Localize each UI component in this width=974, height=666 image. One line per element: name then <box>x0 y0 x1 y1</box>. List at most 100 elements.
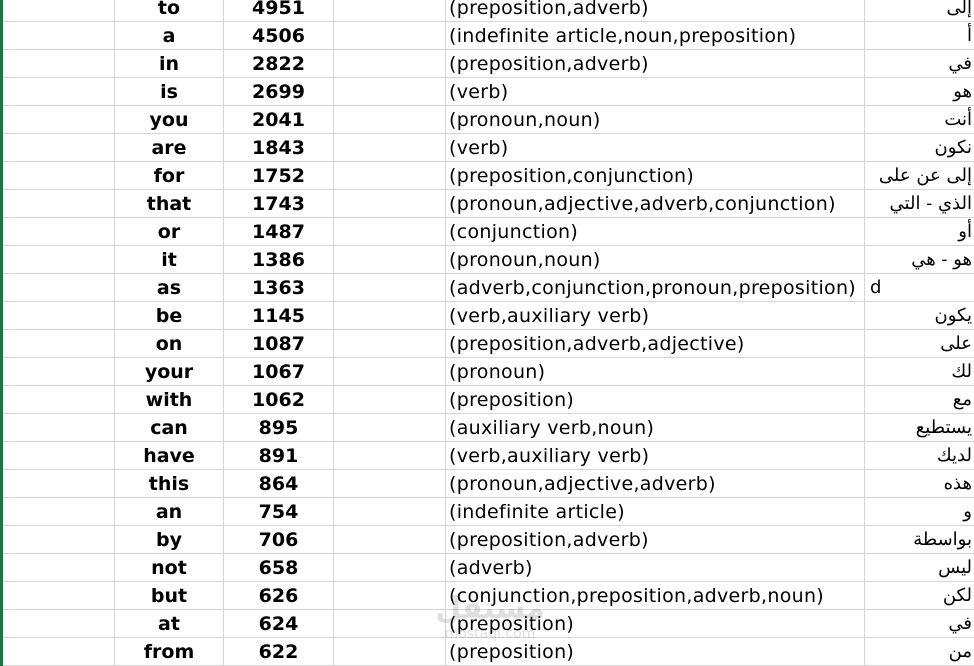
cell-count[interactable]: 1145 <box>224 302 334 330</box>
cell-word[interactable]: an <box>115 498 224 526</box>
cell-part-of-speech[interactable]: (pronoun,noun) <box>446 246 865 274</box>
cell-arabic[interactable]: هذه <box>865 470 974 498</box>
cell-count[interactable]: 706 <box>224 526 334 554</box>
cell-arabic[interactable]: يكون <box>865 302 974 330</box>
cell-empty-d[interactable] <box>334 22 446 50</box>
cell-word[interactable]: on <box>115 330 224 358</box>
cell-word[interactable]: a <box>115 22 224 50</box>
cell-word[interactable]: be <box>115 302 224 330</box>
cell-count[interactable]: 624 <box>224 610 334 638</box>
cell-part-of-speech[interactable]: (verb) <box>446 78 865 106</box>
cell-part-of-speech[interactable]: (pronoun,adjective,adverb) <box>446 470 865 498</box>
cell-part-of-speech[interactable]: (preposition,adverb) <box>446 0 865 22</box>
cell-count[interactable]: 658 <box>224 554 334 582</box>
cell-empty-d[interactable] <box>334 470 446 498</box>
cell-count[interactable]: 2822 <box>224 50 334 78</box>
cell-empty-a[interactable] <box>2 190 115 218</box>
cell-arabic[interactable]: أو <box>865 218 974 246</box>
cell-word[interactable]: you <box>115 106 224 134</box>
cell-part-of-speech[interactable]: (preposition) <box>446 610 865 638</box>
cell-part-of-speech[interactable]: (verb) <box>446 134 865 162</box>
cell-count[interactable]: 2699 <box>224 78 334 106</box>
cell-arabic[interactable]: هو - هي <box>865 246 974 274</box>
cell-empty-d[interactable] <box>334 302 446 330</box>
cell-arabic[interactable]: الذي - التي <box>865 190 974 218</box>
cell-empty-d[interactable] <box>334 246 446 274</box>
cell-word[interactable]: that <box>115 190 224 218</box>
cell-count[interactable]: 1363 <box>224 274 334 302</box>
cell-empty-a[interactable] <box>2 414 115 442</box>
cell-part-of-speech[interactable]: (conjunction) <box>446 218 865 246</box>
cell-count[interactable]: 891 <box>224 442 334 470</box>
cell-empty-a[interactable] <box>2 22 115 50</box>
cell-empty-d[interactable] <box>334 554 446 582</box>
cell-arabic[interactable]: بواسطة <box>865 526 974 554</box>
cell-empty-a[interactable] <box>2 442 115 470</box>
cell-part-of-speech[interactable]: (indefinite article,noun,preposition) <box>446 22 865 50</box>
cell-part-of-speech[interactable]: (pronoun,noun) <box>446 106 865 134</box>
cell-count[interactable]: 4951 <box>224 0 334 22</box>
cell-arabic[interactable]: على <box>865 330 974 358</box>
cell-empty-a[interactable] <box>2 582 115 610</box>
cell-part-of-speech[interactable]: (preposition) <box>446 638 865 666</box>
cell-arabic[interactable]: إلى عن على <box>865 162 974 190</box>
cell-empty-d[interactable] <box>334 582 446 610</box>
cell-arabic[interactable]: إلى <box>865 0 974 22</box>
cell-word[interactable]: in <box>115 50 224 78</box>
cell-empty-a[interactable] <box>2 162 115 190</box>
cell-arabic[interactable]: من <box>865 638 974 666</box>
cell-count[interactable]: 1087 <box>224 330 334 358</box>
cell-count[interactable]: 864 <box>224 470 334 498</box>
cell-empty-d[interactable] <box>334 610 446 638</box>
cell-part-of-speech[interactable]: (conjunction,preposition,adverb,noun) <box>446 582 865 610</box>
cell-empty-a[interactable] <box>2 50 115 78</box>
cell-part-of-speech[interactable]: (preposition) <box>446 386 865 414</box>
cell-word[interactable]: this <box>115 470 224 498</box>
cell-arabic[interactable]: يستطيع <box>865 414 974 442</box>
cell-empty-d[interactable] <box>334 218 446 246</box>
cell-part-of-speech[interactable]: (adverb,conjunction,pronoun,preposition) <box>446 274 865 302</box>
cell-count[interactable]: 626 <box>224 582 334 610</box>
cell-empty-a[interactable] <box>2 274 115 302</box>
cell-part-of-speech[interactable]: (preposition,adverb,adjective) <box>446 330 865 358</box>
cell-arabic[interactable]: مع <box>865 386 974 414</box>
cell-part-of-speech[interactable]: (pronoun,adjective,adverb,conjunction) <box>446 190 865 218</box>
cell-empty-a[interactable] <box>2 386 115 414</box>
cell-word[interactable]: your <box>115 358 224 386</box>
cell-count[interactable]: 895 <box>224 414 334 442</box>
cell-arabic[interactable]: أنت <box>865 106 974 134</box>
cell-empty-a[interactable] <box>2 246 115 274</box>
cell-empty-a[interactable] <box>2 218 115 246</box>
cell-count[interactable]: 1487 <box>224 218 334 246</box>
cell-empty-a[interactable] <box>2 610 115 638</box>
cell-empty-d[interactable] <box>334 50 446 78</box>
cell-word[interactable]: it <box>115 246 224 274</box>
cell-part-of-speech[interactable]: (verb,auxiliary verb) <box>446 442 865 470</box>
cell-empty-d[interactable] <box>334 358 446 386</box>
cell-word[interactable]: not <box>115 554 224 582</box>
cell-part-of-speech[interactable]: (adverb) <box>446 554 865 582</box>
cell-empty-d[interactable] <box>334 498 446 526</box>
cell-word[interactable]: but <box>115 582 224 610</box>
cell-empty-a[interactable] <box>2 134 115 162</box>
cell-empty-d[interactable] <box>334 106 446 134</box>
cell-arabic[interactable]: في <box>865 50 974 78</box>
cell-word[interactable]: have <box>115 442 224 470</box>
cell-empty-d[interactable] <box>334 414 446 442</box>
cell-empty-d[interactable] <box>334 162 446 190</box>
cell-empty-d[interactable] <box>334 0 446 22</box>
cell-part-of-speech[interactable]: (indefinite article) <box>446 498 865 526</box>
cell-empty-a[interactable] <box>2 526 115 554</box>
cell-arabic[interactable]: d <box>865 274 974 302</box>
cell-empty-a[interactable] <box>2 302 115 330</box>
cell-empty-d[interactable] <box>334 638 446 666</box>
cell-word[interactable]: at <box>115 610 224 638</box>
cell-arabic[interactable]: لك <box>865 358 974 386</box>
cell-arabic[interactable]: لديك <box>865 442 974 470</box>
cell-empty-a[interactable] <box>2 358 115 386</box>
cell-empty-d[interactable] <box>334 78 446 106</box>
cell-count[interactable]: 1067 <box>224 358 334 386</box>
cell-empty-d[interactable] <box>334 274 446 302</box>
cell-count[interactable]: 4506 <box>224 22 334 50</box>
cell-word[interactable]: from <box>115 638 224 666</box>
